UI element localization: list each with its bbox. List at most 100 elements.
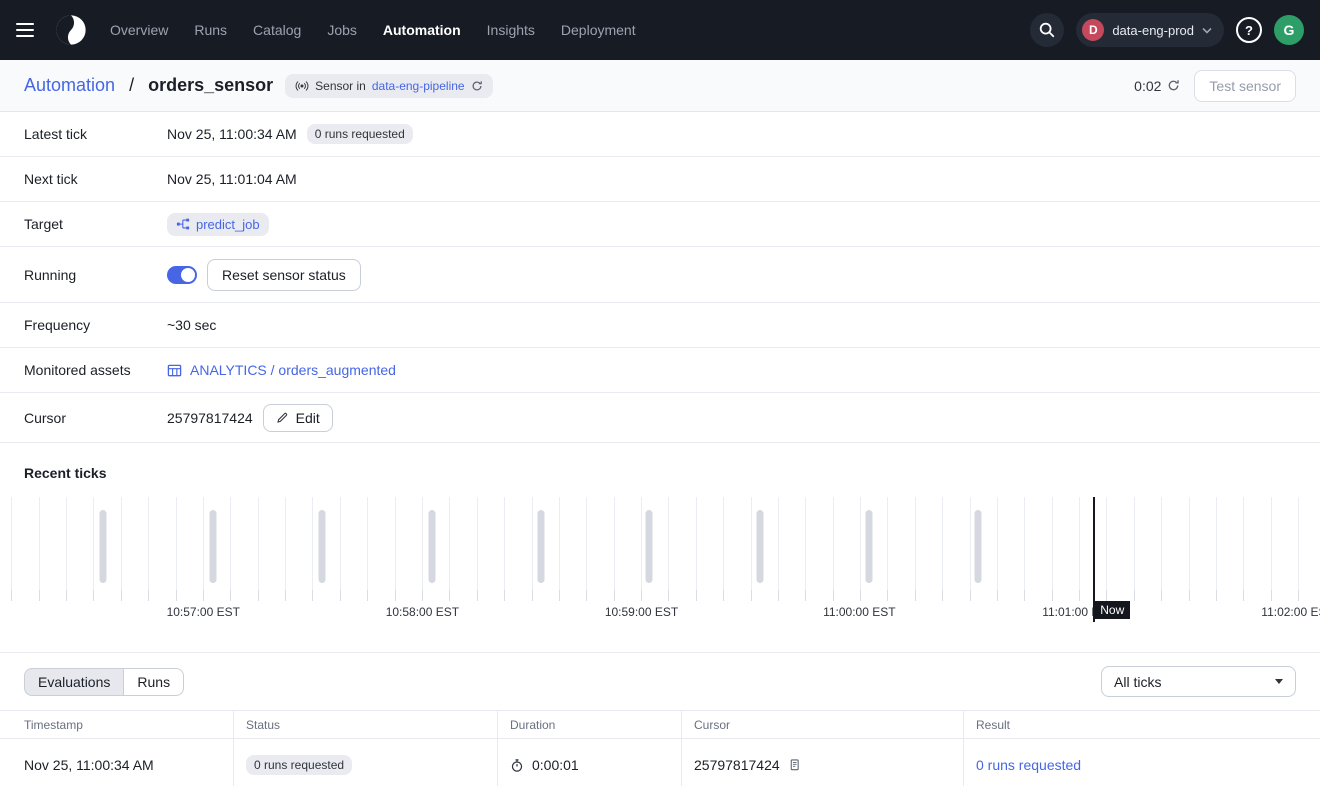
axis-tick-mark	[860, 590, 861, 601]
reload-location-icon[interactable]	[471, 80, 483, 92]
axis-label: 11:02:00 EST	[1261, 605, 1320, 619]
axis-tick-mark	[203, 590, 204, 601]
gridline	[1243, 497, 1244, 590]
gridline	[751, 497, 752, 590]
gridline	[1189, 497, 1190, 590]
gridline	[778, 497, 779, 590]
workspace-name: data-eng-prod	[1112, 23, 1194, 38]
pencil-icon	[276, 411, 289, 424]
now-marker-label: Now	[1094, 601, 1130, 619]
target-label: Target	[24, 216, 167, 232]
reset-sensor-status-button[interactable]: Reset sensor status	[207, 259, 361, 291]
axis-tick-mark	[148, 590, 149, 601]
gridline	[1024, 497, 1025, 590]
axis-tick-mark	[1161, 590, 1162, 601]
breadcrumb-automation[interactable]: Automation	[24, 75, 115, 96]
table-row: Nov 25, 11:00:34 AM 0 runs requested 0:0…	[0, 739, 1320, 786]
job-icon	[176, 217, 190, 231]
nav-item-overview[interactable]: Overview	[110, 22, 168, 38]
tick-bar[interactable]	[646, 510, 653, 583]
monitored-asset-link[interactable]: ANALYTICS / orders_augmented	[167, 362, 396, 378]
nav-item-deployment[interactable]: Deployment	[561, 22, 636, 38]
axis-label: 10:57:00 EST	[167, 605, 240, 619]
axis-tick-mark	[915, 590, 916, 601]
running-toggle[interactable]	[167, 266, 197, 284]
evaluations-toolbar: Evaluations Runs All ticks	[0, 653, 1320, 710]
gridline	[93, 497, 94, 590]
next-tick-value: Nov 25, 11:01:04 AM	[167, 171, 297, 187]
gridline	[477, 497, 478, 590]
axis-tick-mark	[121, 590, 122, 601]
user-avatar[interactable]: G	[1274, 15, 1304, 45]
search-button[interactable]	[1030, 13, 1064, 47]
cell-result-link[interactable]: 0 runs requested	[976, 757, 1081, 773]
row-target: Target predict_job	[0, 202, 1320, 247]
axis-tick-mark	[1052, 590, 1053, 601]
sensor-details: Latest tick Nov 25, 11:00:34 AM 0 runs r…	[0, 112, 1320, 443]
tab-runs[interactable]: Runs	[124, 668, 184, 696]
tick-bar[interactable]	[757, 510, 764, 583]
row-monitored-assets: Monitored assets ANALYTICS / orders_augm…	[0, 348, 1320, 393]
row-frequency: Frequency ~30 sec	[0, 303, 1320, 348]
gridline	[942, 497, 943, 590]
axis-tick-mark	[887, 590, 888, 601]
gridline	[340, 497, 341, 590]
tick-bar[interactable]	[975, 510, 982, 583]
tab-evaluations[interactable]: Evaluations	[24, 668, 124, 696]
gridline	[1216, 497, 1217, 590]
axis-tick-mark	[395, 590, 396, 601]
target-job-name: predict_job	[196, 217, 260, 232]
axis-tick-mark	[11, 590, 12, 601]
evaluations-table: Timestamp Status Duration Cursor Result …	[0, 710, 1320, 786]
copy-icon[interactable]	[788, 758, 801, 772]
workspace-switcher[interactable]: D data-eng-prod	[1076, 13, 1224, 47]
axis-tick-mark	[1298, 590, 1299, 601]
tick-bar[interactable]	[865, 510, 872, 583]
tick-bar[interactable]	[538, 510, 545, 583]
target-job-pill[interactable]: predict_job	[167, 213, 269, 236]
top-navbar: Overview Runs Catalog Jobs Automation In…	[0, 0, 1320, 60]
header-duration: Duration	[498, 711, 682, 738]
axis-tick-mark	[230, 590, 231, 601]
sensor-icon	[295, 79, 309, 93]
page-title: orders_sensor	[148, 75, 273, 96]
nav-item-catalog[interactable]: Catalog	[253, 22, 301, 38]
axis-tick-mark	[1243, 590, 1244, 601]
gridline	[668, 497, 669, 590]
header-cursor: Cursor	[682, 711, 964, 738]
search-icon	[1038, 21, 1056, 39]
tick-bar[interactable]	[319, 510, 326, 583]
tick-bar[interactable]	[428, 510, 435, 583]
hamburger-menu-icon[interactable]	[16, 18, 40, 42]
dagster-logo[interactable]	[54, 13, 88, 47]
gridline	[176, 497, 177, 590]
code-location-link[interactable]: data-eng-pipeline	[372, 79, 465, 93]
frequency-value: ~30 sec	[167, 317, 216, 333]
row-next-tick: Next tick Nov 25, 11:01:04 AM	[0, 157, 1320, 202]
tick-countdown: 0:02	[1134, 78, 1180, 94]
edit-cursor-button[interactable]: Edit	[263, 404, 333, 432]
tick-filter-select[interactable]: All ticks	[1101, 666, 1296, 697]
axis-tick-mark	[312, 590, 313, 601]
gridline	[887, 497, 888, 590]
gridline	[860, 497, 861, 590]
axis-tick-mark	[997, 590, 998, 601]
cell-cursor: 25797817424	[694, 757, 780, 773]
nav-item-insights[interactable]: Insights	[487, 22, 535, 38]
help-icon[interactable]: ?	[1236, 17, 1262, 43]
gridline	[1052, 497, 1053, 590]
test-sensor-button[interactable]: Test sensor	[1194, 70, 1296, 102]
gridline	[970, 497, 971, 590]
nav-item-automation[interactable]: Automation	[383, 22, 461, 38]
axis-tick-mark	[340, 590, 341, 601]
nav-item-runs[interactable]: Runs	[194, 22, 227, 38]
tick-bar[interactable]	[99, 510, 106, 583]
refresh-icon[interactable]	[1167, 79, 1180, 92]
gridline	[1079, 497, 1080, 590]
axis-tick-mark	[1189, 590, 1190, 601]
gridline	[422, 497, 423, 590]
axis-tick-mark	[93, 590, 94, 601]
nav-item-jobs[interactable]: Jobs	[327, 22, 357, 38]
tick-bar[interactable]	[209, 510, 216, 583]
axis-tick-mark	[176, 590, 177, 601]
